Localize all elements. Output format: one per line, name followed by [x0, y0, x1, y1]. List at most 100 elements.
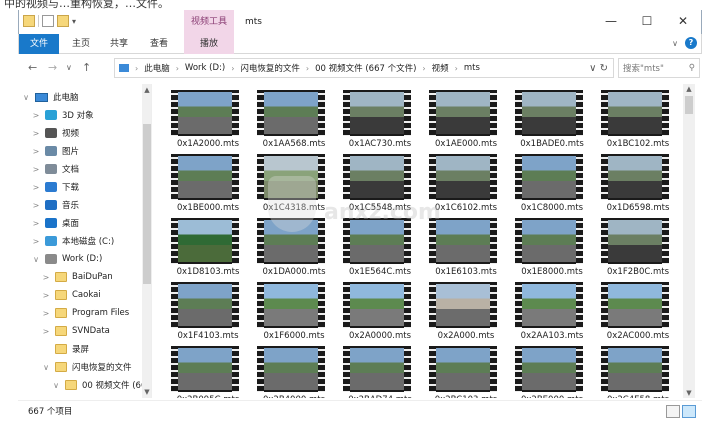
file-item[interactable]: 0x2C4E58.mts: [595, 346, 681, 398]
details-view-icon[interactable]: [666, 405, 680, 418]
collapse-chevron-icon[interactable]: >: [32, 165, 40, 174]
forward-arrow-icon[interactable]: →: [48, 61, 57, 74]
folder-icon[interactable]: [23, 15, 35, 27]
tab-view[interactable]: 查看: [145, 34, 173, 54]
file-item[interactable]: 0x2AA103.mts: [509, 282, 595, 346]
scroll-up-icon[interactable]: ▲: [685, 85, 693, 93]
collapse-chevron-icon[interactable]: >: [32, 219, 40, 228]
file-item[interactable]: 0x1D8103.mts: [165, 218, 251, 282]
collapse-chevron-icon[interactable]: >: [32, 183, 40, 192]
new-folder-icon[interactable]: [57, 15, 69, 27]
collapse-chevron-icon[interactable]: >: [42, 291, 50, 300]
collapse-chevron-icon[interactable]: >: [32, 111, 40, 120]
sidebar-item[interactable]: > 图片: [32, 142, 79, 160]
back-arrow-icon[interactable]: ←: [28, 61, 37, 74]
sidebar-item[interactable]: > 本地磁盘 (C:): [32, 232, 114, 250]
navigation-scrollbar[interactable]: ▲ ▼: [142, 84, 151, 398]
breadcrumb-recovered-files[interactable]: 闪电恢复的文件: [240, 62, 300, 74]
file-item[interactable]: 0x1BADE0.mts: [509, 90, 595, 154]
customize-toolbar-icon[interactable]: ▾: [72, 17, 76, 26]
file-item[interactable]: 0x1D6598.mts: [595, 154, 681, 218]
scroll-down-icon[interactable]: ▼: [143, 388, 151, 396]
sidebar-item[interactable]: ∨ 00 视频文件 (66: [52, 376, 146, 394]
file-item[interactable]: 0x1AE000.mts: [423, 90, 509, 154]
file-item[interactable]: 0x1F2B0C.mts: [595, 218, 681, 282]
collapse-chevron-icon[interactable]: >: [42, 309, 50, 318]
recent-locations-icon[interactable]: ∨: [66, 63, 72, 72]
sidebar-item[interactable]: > Caokai: [42, 286, 101, 304]
file-item[interactable]: 0x1E6103.mts: [423, 218, 509, 282]
expand-ribbon-icon[interactable]: ∨: [672, 39, 678, 48]
file-item[interactable]: 0x2A0000.mts: [337, 282, 423, 346]
expand-chevron-icon[interactable]: ∨: [52, 381, 60, 390]
close-button[interactable]: ✕: [665, 10, 701, 34]
file-item[interactable]: 0x2B095C.mts: [165, 346, 251, 398]
sidebar-item[interactable]: > BaiDuPan: [42, 268, 113, 286]
file-item[interactable]: 0x1F4103.mts: [165, 282, 251, 346]
file-item[interactable]: 0x1BE000.mts: [165, 154, 251, 218]
expand-chevron-icon[interactable]: ∨: [22, 93, 30, 102]
file-item[interactable]: 0x1C4318.mts: [251, 154, 337, 218]
expand-chevron-icon[interactable]: ∨: [32, 255, 40, 264]
file-item[interactable]: 0x2BAD74.mts: [337, 346, 423, 398]
collapse-chevron-icon[interactable]: >: [32, 201, 40, 210]
dropdown-refresh-controls[interactable]: ∨ ↻: [589, 63, 613, 74]
scrollbar-thumb[interactable]: [143, 124, 151, 284]
file-item[interactable]: 0x2BE000.mts: [509, 346, 595, 398]
search-input[interactable]: 搜索"mts" ⚲: [618, 58, 700, 78]
file-item[interactable]: 0x1C6102.mts: [423, 154, 509, 218]
sidebar-item[interactable]: ∨ 闪电恢复的文件: [42, 358, 132, 376]
tab-file[interactable]: 文件: [19, 34, 59, 54]
minimize-button[interactable]: —: [593, 10, 629, 34]
sidebar-item[interactable]: > 音乐: [32, 196, 79, 214]
file-item[interactable]: 0x2A000.mts: [423, 282, 509, 346]
collapse-chevron-icon[interactable]: >: [42, 327, 50, 336]
sidebar-item[interactable]: >3D 对象: [32, 106, 94, 124]
scroll-up-icon[interactable]: ▲: [143, 86, 151, 94]
content-scrollbar[interactable]: ▲ ▼: [683, 84, 695, 398]
breadcrumb-mts[interactable]: mts: [464, 63, 480, 73]
tab-home[interactable]: 主页: [67, 34, 95, 54]
sidebar-item[interactable]: ∨ Work (D:): [32, 250, 102, 268]
maximize-button[interactable]: ☐: [629, 10, 665, 34]
file-item[interactable]: 0x1AA568.mts: [251, 90, 337, 154]
collapse-chevron-icon[interactable]: >: [32, 129, 40, 138]
file-item[interactable]: 0x1C8000.mts: [509, 154, 595, 218]
up-arrow-icon[interactable]: ↑: [82, 61, 91, 74]
file-item[interactable]: 0x1A2000.mts: [165, 90, 251, 154]
tab-share[interactable]: 共享: [105, 34, 133, 54]
sidebar-item[interactable]: > 桌面: [32, 214, 79, 232]
file-item[interactable]: 0x2AC000.mts: [595, 282, 681, 346]
collapse-chevron-icon[interactable]: >: [42, 273, 50, 282]
file-item[interactable]: 0x1AC730.mts: [337, 90, 423, 154]
help-icon[interactable]: ?: [685, 37, 697, 49]
breadcrumb-work-drive[interactable]: Work (D:): [185, 63, 225, 73]
sidebar-item[interactable]: ∨ 此电脑: [22, 88, 79, 106]
scrollbar-thumb[interactable]: [685, 96, 693, 114]
expand-chevron-icon[interactable]: ∨: [42, 363, 50, 372]
file-item[interactable]: 0x1DA000.mts: [251, 218, 337, 282]
file-item[interactable]: 0x1E564C.mts: [337, 218, 423, 282]
file-item[interactable]: 0x1BC102.mts: [595, 90, 681, 154]
sidebar-item[interactable]: > 文档: [32, 160, 79, 178]
file-item[interactable]: 0x1E8000.mts: [509, 218, 595, 282]
sidebar-item[interactable]: > Program Files: [42, 304, 129, 322]
large-icons-view-icon[interactable]: [682, 405, 696, 418]
breadcrumb-video-files[interactable]: 00 视频文件 (667 个文件): [315, 62, 416, 74]
tab-play[interactable]: 播放: [184, 34, 234, 54]
file-item[interactable]: 0x2BC103.mts: [423, 346, 509, 398]
collapse-chevron-icon[interactable]: >: [32, 147, 40, 156]
sidebar-item[interactable]: 录屏: [42, 340, 89, 358]
sidebar-item[interactable]: > SVNData: [42, 322, 110, 340]
file-item[interactable]: 0x1F6000.mts: [251, 282, 337, 346]
properties-icon[interactable]: [42, 15, 54, 27]
file-item[interactable]: 0x1C5548.mts: [337, 154, 423, 218]
address-bar[interactable]: › 此电脑 › Work (D:) › 闪电恢复的文件 › 00 视频文件 (6…: [114, 58, 614, 78]
breadcrumb-this-pc[interactable]: 此电脑: [144, 62, 170, 74]
scroll-down-icon[interactable]: ▼: [685, 389, 693, 397]
breadcrumb-video[interactable]: 视频: [432, 62, 449, 74]
file-item[interactable]: 0x2B4000.mts: [251, 346, 337, 398]
sidebar-item[interactable]: > 视频: [32, 124, 79, 142]
sidebar-item[interactable]: > 下载: [32, 178, 79, 196]
collapse-chevron-icon[interactable]: >: [32, 237, 40, 246]
